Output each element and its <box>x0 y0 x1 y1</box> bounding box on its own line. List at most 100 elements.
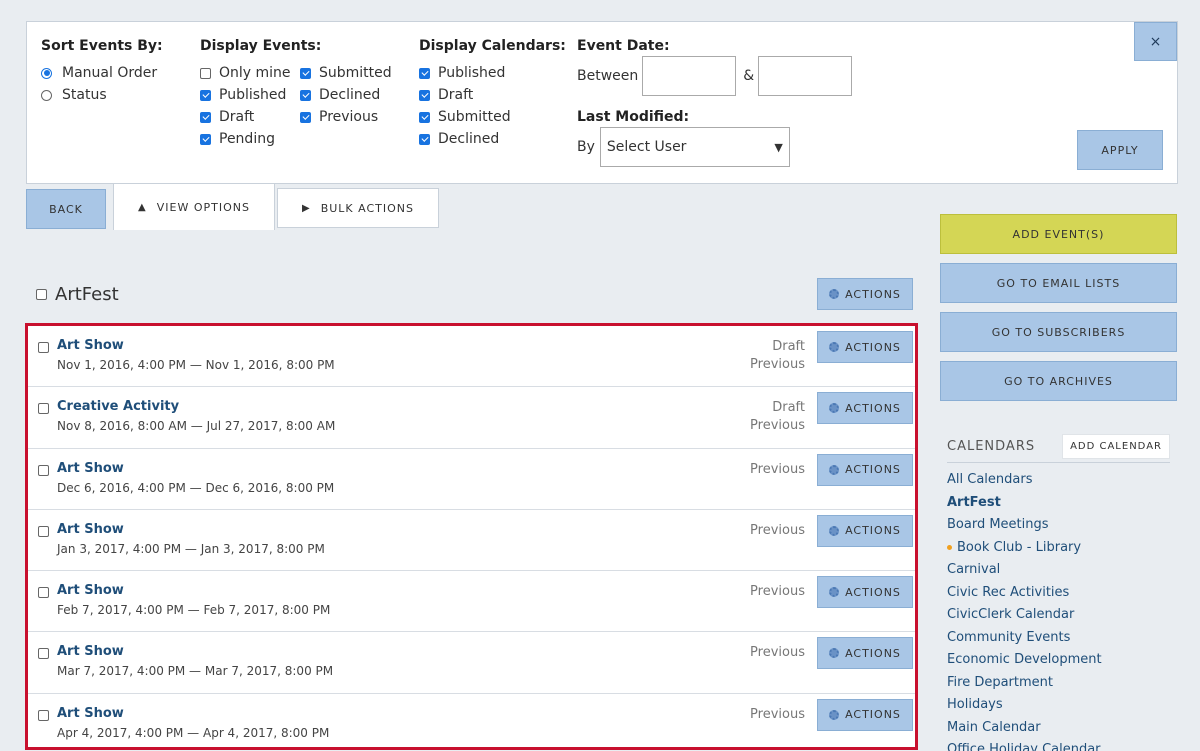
tab-bulk-actions[interactable]: ▶ BULK ACTIONS <box>277 188 439 228</box>
by-label: By <box>577 139 595 155</box>
user-select-value: Select User <box>606 139 687 155</box>
calendar-link-label: Economic Development <box>947 652 1102 667</box>
display-calendars-option[interactable]: Submitted <box>419 106 566 128</box>
checkbox[interactable] <box>419 133 430 145</box>
display-calendars-option[interactable]: Declined <box>419 128 566 150</box>
calendar-link[interactable]: Carnival <box>947 559 1102 582</box>
display-events-option[interactable]: Published <box>200 84 300 106</box>
event-row: Art Show Mar 7, 2017, 4:00 PM — Mar 7, 2… <box>28 632 915 694</box>
calendar-link[interactable]: Main Calendar <box>947 717 1102 740</box>
checkbox[interactable] <box>419 111 430 123</box>
apply-button[interactable]: APPLY <box>1077 130 1163 170</box>
event-select-checkbox[interactable] <box>38 403 49 415</box>
event-actions-button[interactable]: ACTIONS <box>817 453 913 486</box>
event-actions-button[interactable]: ACTIONS <box>817 392 913 425</box>
event-title-link[interactable]: Creative Activity <box>57 399 179 414</box>
email-lists-button[interactable]: GO TO EMAIL LISTS <box>940 263 1177 303</box>
date-from-input[interactable] <box>642 56 737 96</box>
tab-view-options-label: VIEW OPTIONS <box>156 200 250 214</box>
event-select-checkbox[interactable] <box>38 464 49 476</box>
checkbox[interactable] <box>300 67 311 79</box>
subscribers-button[interactable]: GO TO SUBSCRIBERS <box>940 312 1177 352</box>
gear-icon <box>829 648 840 659</box>
radio-button[interactable] <box>41 67 52 79</box>
display-events-option[interactable]: Pending <box>200 128 300 150</box>
checkbox[interactable] <box>419 67 430 79</box>
event-title-link[interactable]: Art Show <box>57 644 124 659</box>
calendar-link[interactable]: Office Holiday Calendar <box>947 739 1102 751</box>
event-date-title: Event Date: <box>577 38 670 54</box>
event-actions-button[interactable]: ACTIONS <box>817 331 913 363</box>
display-events-option[interactable]: Only mine <box>200 62 300 84</box>
group-actions-button[interactable]: ACTIONS <box>817 278 913 310</box>
event-row: Art Show Dec 6, 2016, 4:00 PM — Dec 6, 2… <box>28 449 915 510</box>
event-title-link[interactable]: Art Show <box>57 461 124 476</box>
calendar-link[interactable]: All Calendars <box>947 469 1102 492</box>
actions-label: ACTIONS <box>845 340 901 354</box>
checkbox[interactable] <box>300 111 311 123</box>
display-calendars-option[interactable]: Published <box>419 62 566 84</box>
display-events-option[interactable]: Submitted <box>300 62 400 84</box>
back-button[interactable]: BACK <box>26 189 106 229</box>
event-title-link[interactable]: Art Show <box>57 706 124 721</box>
event-actions-button[interactable]: ACTIONS <box>817 576 913 609</box>
event-title-link[interactable]: Art Show <box>57 338 124 353</box>
gear-icon <box>829 403 840 414</box>
sort-option[interactable]: Manual Order <box>41 62 163 84</box>
close-button[interactable]: × <box>1134 22 1177 61</box>
calendar-link[interactable]: Civic Rec Activities <box>947 582 1102 605</box>
option-label: Published <box>438 65 506 81</box>
display-events-option[interactable]: Draft <box>200 106 300 128</box>
event-actions-button[interactable]: ACTIONS <box>817 698 913 731</box>
event-status: Previous <box>750 461 805 477</box>
calendar-link[interactable]: Fire Department <box>947 672 1102 695</box>
date-to-input[interactable] <box>758 56 853 96</box>
tab-view-options[interactable]: ▲ VIEW OPTIONS <box>113 183 275 230</box>
calendar-link-label: All Calendars <box>947 472 1033 487</box>
event-select-checkbox[interactable] <box>38 648 49 660</box>
display-events-option[interactable]: Declined <box>300 84 400 106</box>
gear-icon <box>829 525 840 536</box>
sort-option[interactable]: Status <box>41 84 163 106</box>
tab-bulk-actions-label: BULK ACTIONS <box>320 201 414 215</box>
event-row: Art Show Jan 3, 2017, 4:00 PM — Jan 3, 2… <box>28 510 915 572</box>
display-calendars-option[interactable]: Draft <box>419 84 566 106</box>
event-title-link[interactable]: Art Show <box>57 522 124 537</box>
calendars-title: CALENDARS <box>947 438 1036 454</box>
add-events-button[interactable]: ADD EVENT(S) <box>940 214 1177 254</box>
checkbox[interactable] <box>200 89 211 101</box>
calendar-link[interactable]: CivicClerk Calendar <box>947 604 1102 627</box>
display-events-option[interactable]: Previous <box>300 106 400 128</box>
option-label: Manual Order <box>62 65 158 81</box>
calendar-link[interactable]: Board Meetings <box>947 514 1102 537</box>
option-label: Draft <box>438 87 474 103</box>
event-select-checkbox[interactable] <box>38 587 49 599</box>
checkbox[interactable] <box>200 67 211 79</box>
calendar-link[interactable]: Community Events <box>947 627 1102 650</box>
actions-label: ACTIONS <box>845 708 901 722</box>
radio-button[interactable] <box>41 89 52 101</box>
calendar-link-label: Carnival <box>947 562 1001 577</box>
event-select-checkbox[interactable] <box>38 342 49 353</box>
event-select-checkbox[interactable] <box>38 709 49 721</box>
calendar-link-label: Community Events <box>947 629 1071 645</box>
option-label: Status <box>62 87 107 103</box>
option-label: Declined <box>319 87 381 103</box>
event-actions-button[interactable]: ACTIONS <box>817 514 913 547</box>
checkbox[interactable] <box>419 89 430 101</box>
add-calendar-button[interactable]: ADD CALENDAR <box>1062 433 1170 459</box>
checkbox[interactable] <box>300 89 311 101</box>
user-select[interactable]: Select User ▼ <box>599 127 790 167</box>
checkbox[interactable] <box>200 111 211 123</box>
event-actions-button[interactable]: ACTIONS <box>817 637 913 670</box>
event-select-checkbox[interactable] <box>38 525 49 537</box>
calendar-link[interactable]: ArtFest <box>947 492 1102 515</box>
group-select-checkbox[interactable] <box>36 289 47 300</box>
event-title-link[interactable]: Art Show <box>57 583 124 598</box>
checkbox[interactable] <box>200 133 211 145</box>
archives-button[interactable]: GO TO ARCHIVES <box>940 361 1177 401</box>
calendar-link[interactable]: Holidays <box>947 694 1102 717</box>
calendar-link[interactable]: Economic Development <box>947 649 1102 672</box>
event-status: Draft <box>772 400 805 416</box>
calendar-link[interactable]: Book Club - Library <box>947 537 1102 560</box>
